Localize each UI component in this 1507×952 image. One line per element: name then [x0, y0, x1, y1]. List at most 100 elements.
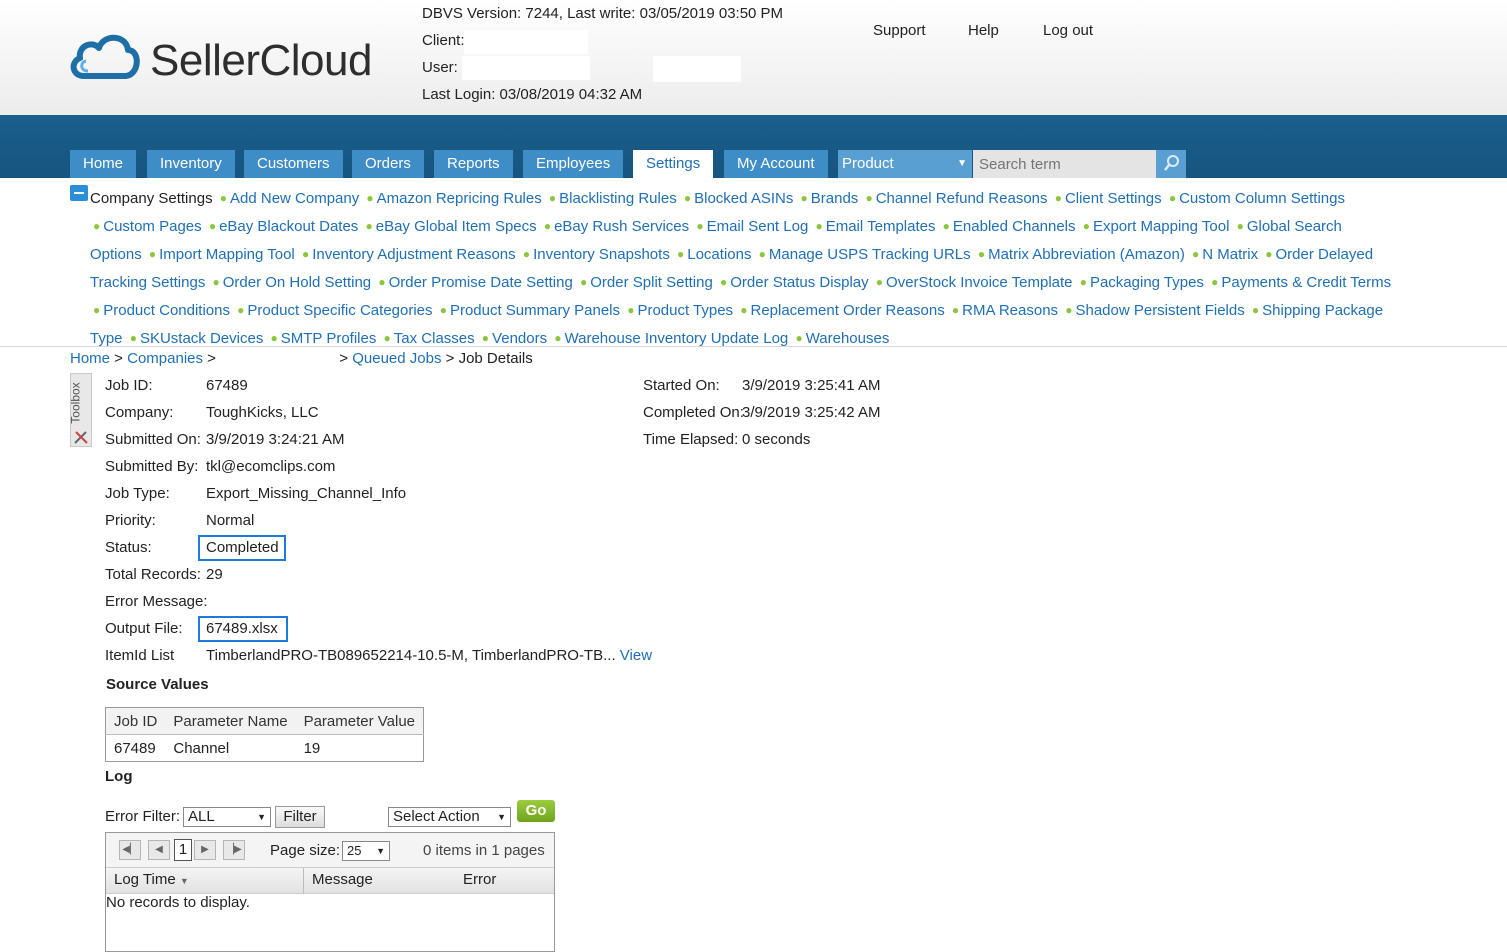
bullet-icon: ●	[1065, 303, 1073, 317]
output-file-label: Output File:	[105, 620, 183, 637]
settings-link[interactable]: Blacklisting Rules	[559, 190, 677, 207]
support-link[interactable]: Support	[873, 22, 926, 39]
settings-link[interactable]: Payments & Credit Terms	[1221, 274, 1391, 291]
sellercloud-logo[interactable]: SellerCloud	[68, 26, 408, 86]
first-page-icon[interactable]: ◀▏	[119, 840, 141, 860]
column-header-message[interactable]: Message	[312, 871, 373, 888]
log-title: Log	[105, 768, 133, 785]
tab-home[interactable]: Home	[70, 150, 137, 178]
select-action-dropdown[interactable]: Select Action ▼	[388, 807, 511, 827]
settings-link[interactable]: OverStock Invoice Template	[886, 274, 1072, 291]
settings-link[interactable]: Brands	[811, 190, 859, 207]
settings-link[interactable]: Inventory Snapshots	[533, 246, 670, 263]
settings-link[interactable]: Warehouse Inventory Update Log	[565, 330, 789, 347]
settings-link[interactable]: Order On Hold Setting	[223, 274, 371, 291]
settings-link[interactable]: Manage USPS Tracking URLs	[769, 246, 971, 263]
settings-link[interactable]: Export Mapping Tool	[1093, 218, 1229, 235]
tab-inventory[interactable]: Inventory	[147, 150, 235, 178]
bullet-icon: ●	[758, 247, 766, 261]
filter-button[interactable]: Filter	[275, 806, 325, 828]
settings-link[interactable]: Blocked ASINs	[694, 190, 793, 207]
bullet-icon: ●	[1211, 275, 1219, 289]
bullet-icon: ●	[378, 275, 386, 289]
page-size-select[interactable]: 25 ▼	[342, 841, 390, 861]
tab-customers[interactable]: Customers	[244, 150, 343, 178]
settings-link[interactable]: eBay Rush Services	[554, 218, 689, 235]
itemid-view-link[interactable]: View	[620, 647, 652, 664]
tab-settings[interactable]: Settings	[633, 150, 714, 178]
settings-link[interactable]: Import Mapping Tool	[159, 246, 295, 263]
column-header-job-id[interactable]: Job ID	[105, 707, 166, 735]
bullet-icon: ●	[1168, 191, 1177, 205]
collapse-icon[interactable]	[70, 185, 88, 201]
prev-page-icon[interactable]: ◀	[148, 840, 170, 860]
settings-link[interactable]: Tax Classes	[394, 330, 475, 347]
tab-my-account[interactable]: My Account	[724, 150, 828, 178]
settings-link[interactable]: Enabled Channels	[953, 218, 1076, 235]
settings-link[interactable]: Order Promise Date Setting	[389, 274, 573, 291]
settings-link[interactable]: Product Types	[637, 302, 733, 319]
settings-link[interactable]: RMA Reasons	[962, 302, 1058, 319]
go-button[interactable]: Go	[517, 800, 555, 822]
settings-link[interactable]: Vendors	[492, 330, 547, 347]
settings-link[interactable]: Custom Pages	[103, 218, 201, 235]
cloud-logo-icon	[70, 34, 140, 79]
settings-link[interactable]: Email Templates	[826, 218, 936, 235]
tab-reports[interactable]: Reports	[434, 150, 513, 178]
settings-link[interactable]: SMTP Profiles	[281, 330, 377, 347]
column-header-parameter-name[interactable]: Parameter Name	[165, 707, 296, 735]
tab-orders[interactable]: Orders	[352, 150, 424, 178]
bullet-icon: ●	[301, 247, 310, 261]
last-page-icon[interactable]: ▕▶	[223, 840, 245, 860]
settings-link[interactable]: Custom Column Settings	[1179, 190, 1345, 207]
logout-link[interactable]: Log out	[1043, 22, 1093, 39]
help-link[interactable]: Help	[968, 22, 999, 39]
settings-link[interactable]: Locations	[687, 246, 751, 263]
search-button[interactable]	[1156, 150, 1186, 178]
search-scope-select[interactable]: Product ▼	[838, 150, 972, 178]
settings-link[interactable]: Replacement Order Reasons	[750, 302, 944, 319]
page-number[interactable]: 1	[174, 839, 192, 861]
column-header-error[interactable]: Error	[463, 871, 496, 888]
toolbox-toggle[interactable]: Toolbox	[69, 373, 92, 447]
settings-link[interactable]: Add New Company	[230, 190, 359, 207]
breadcrumb-queued-jobs[interactable]: Queued Jobs	[352, 350, 441, 367]
bullet-icon: ●	[1054, 191, 1062, 205]
source-values-table: Job ID Parameter Name Parameter Value 67…	[105, 707, 425, 762]
settings-link[interactable]: Client Settings	[1065, 190, 1162, 207]
column-header-log-time[interactable]: Log Time ▼	[114, 871, 189, 888]
bullet-icon: ●	[951, 303, 960, 317]
submitted-by-link[interactable]: tkl@ecomclips.com	[206, 458, 335, 475]
settings-link[interactable]: Email Sent Log	[707, 218, 809, 235]
settings-link[interactable]: Order Split Setting	[590, 274, 713, 291]
settings-link[interactable]: Order Status Display	[730, 274, 868, 291]
search-input[interactable]	[973, 150, 1156, 178]
settings-link[interactable]: SKUstack Devices	[140, 330, 263, 347]
settings-link[interactable]: Product Specific Categories	[247, 302, 432, 319]
bullet-icon: ●	[696, 219, 704, 233]
settings-link[interactable]: Amazon Repricing Rules	[377, 190, 542, 207]
total-records-label: Total Records:	[105, 566, 201, 583]
settings-link[interactable]: Inventory Adjustment Reasons	[312, 246, 515, 263]
settings-link[interactable]: eBay Blackout Dates	[219, 218, 358, 235]
tab-employees[interactable]: Employees	[523, 150, 624, 178]
breadcrumb-home[interactable]: Home	[70, 350, 110, 367]
settings-link[interactable]: Matrix Abbreviation (Amazon)	[988, 246, 1185, 263]
bullet-icon: ●	[93, 303, 101, 317]
settings-link[interactable]: Warehouses	[806, 330, 890, 347]
output-file-link[interactable]: 67489.xlsx	[206, 620, 278, 637]
breadcrumb-companies[interactable]: Companies	[127, 350, 203, 367]
settings-link[interactable]: Channel Refund Reasons	[876, 190, 1048, 207]
settings-link[interactable]: Packaging Types	[1090, 274, 1204, 291]
bullet-icon: ●	[865, 191, 873, 205]
next-page-icon[interactable]: ▶	[194, 840, 216, 860]
settings-link[interactable]: N Matrix	[1202, 246, 1258, 263]
error-filter-select[interactable]: ALL ▼	[183, 807, 271, 827]
column-header-parameter-value[interactable]: Parameter Value	[295, 707, 424, 735]
settings-link[interactable]: Product Conditions	[103, 302, 230, 319]
settings-link[interactable]: Product Summary Panels	[450, 302, 620, 319]
settings-link[interactable]: Shadow Persistent Fields	[1075, 302, 1244, 319]
company-link[interactable]: ToughKicks, LLC	[206, 404, 319, 421]
settings-link[interactable]: eBay Global Item Specs	[376, 218, 537, 235]
dbvs-version: DBVS Version: 7244, Last write: 03/05/20…	[422, 5, 784, 22]
